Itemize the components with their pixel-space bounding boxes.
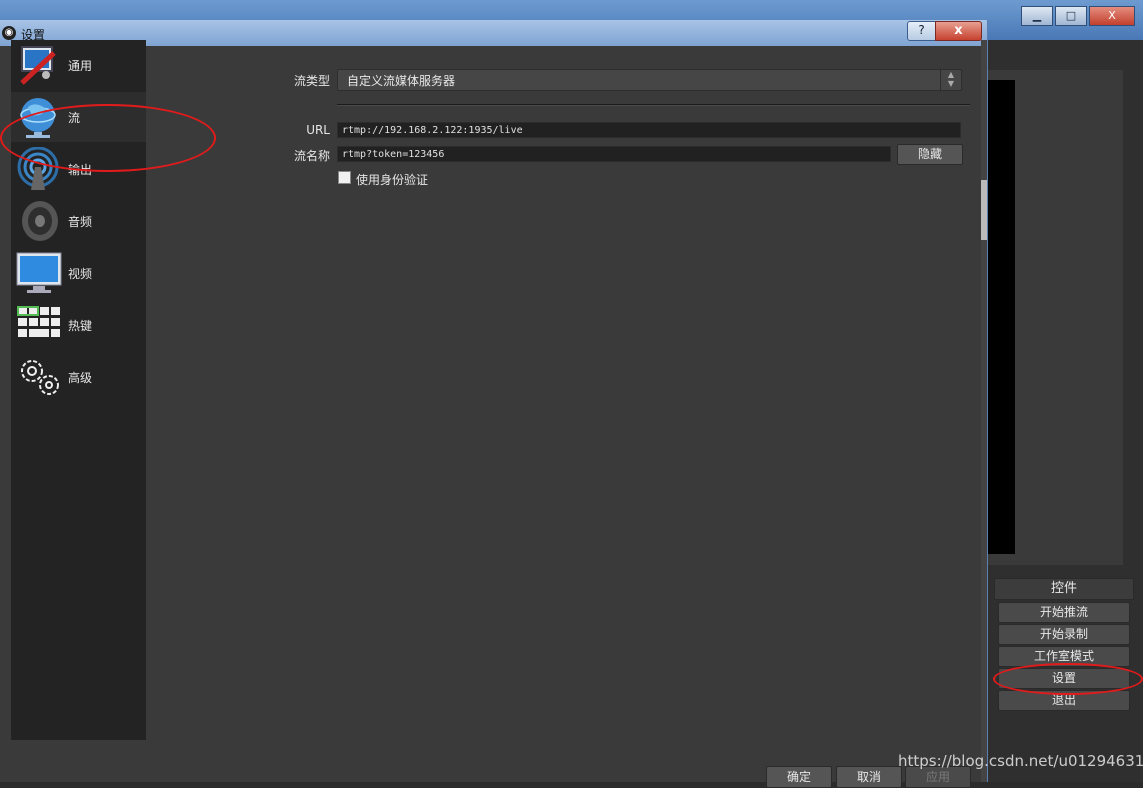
url-label: URL — [306, 123, 330, 137]
stream-type-select[interactable]: 自定义流媒体服务器 ▲ ▼ — [337, 69, 962, 91]
sidebar-item-audio[interactable]: 音频 — [11, 196, 146, 246]
cancel-button[interactable]: 取消 — [836, 766, 902, 788]
sidebar-item-label: 通用 — [68, 59, 93, 73]
gears-advanced-icon — [21, 360, 59, 395]
use-auth-checkbox[interactable] — [338, 171, 351, 184]
settings-highlight-ellipse — [993, 663, 1143, 695]
scrollbar-thumb[interactable] — [981, 180, 987, 240]
minimize-button[interactable]: ▁ — [1021, 6, 1053, 26]
general-settings-icon — [20, 46, 56, 85]
help-button[interactable]: ? — [907, 21, 936, 41]
sidebar-item-video[interactable]: 视频 — [11, 248, 146, 298]
preview-canvas — [988, 80, 1015, 554]
sidebar-item-label: 视频 — [68, 267, 93, 281]
start-streaming-button[interactable]: 开始推流 — [998, 602, 1130, 623]
section-divider — [337, 104, 970, 106]
maximize-button[interactable]: □ — [1055, 6, 1087, 26]
stream-type-value: 自定义流媒体服务器 — [347, 74, 456, 88]
close-window-button[interactable]: X — [1089, 6, 1135, 26]
watermark-text: https://blog.csdn.net/u012946310 — [898, 752, 1143, 770]
sidebar-item-hotkeys[interactable]: 热键 — [11, 300, 146, 350]
use-auth-label: 使用身份验证 — [356, 173, 429, 187]
keyboard-hotkeys-icon — [17, 306, 60, 337]
start-recording-button[interactable]: 开始录制 — [998, 624, 1130, 645]
stream-type-label: 流类型 — [293, 74, 330, 88]
sidebar-item-label: 音频 — [68, 215, 93, 229]
sidebar-item-label: 高级 — [68, 371, 93, 385]
dialog-titlebar: ◉ 设置 ? x — [0, 20, 987, 46]
sidebar-item-advanced[interactable]: 高级 — [11, 352, 146, 402]
sidebar-item-label: 热键 — [68, 319, 93, 333]
dialog-scrollbar[interactable] — [981, 40, 987, 782]
ok-button[interactable]: 确定 — [766, 766, 832, 788]
stream-key-field[interactable]: rtmp?token=123456 — [337, 146, 891, 162]
stream-key-label: 流名称 — [293, 149, 330, 163]
server-url-field[interactable]: rtmp://192.168.2.122:1935/live — [337, 122, 961, 138]
controls-dock-title: 控件 — [994, 578, 1134, 600]
monitor-video-icon — [16, 252, 62, 293]
main-window-caption-buttons: ▁ □ X — [1021, 6, 1135, 26]
updown-arrow-icon: ▲ ▼ — [940, 70, 961, 90]
obs-logo-icon: ◉ — [2, 26, 16, 40]
sidebar-item-general[interactable]: 通用 — [11, 40, 146, 90]
speaker-audio-icon — [22, 201, 58, 241]
dialog-close-button[interactable]: x — [935, 21, 982, 41]
stream-highlight-ellipse — [0, 104, 216, 172]
hide-key-button[interactable]: 隐藏 — [897, 144, 963, 165]
